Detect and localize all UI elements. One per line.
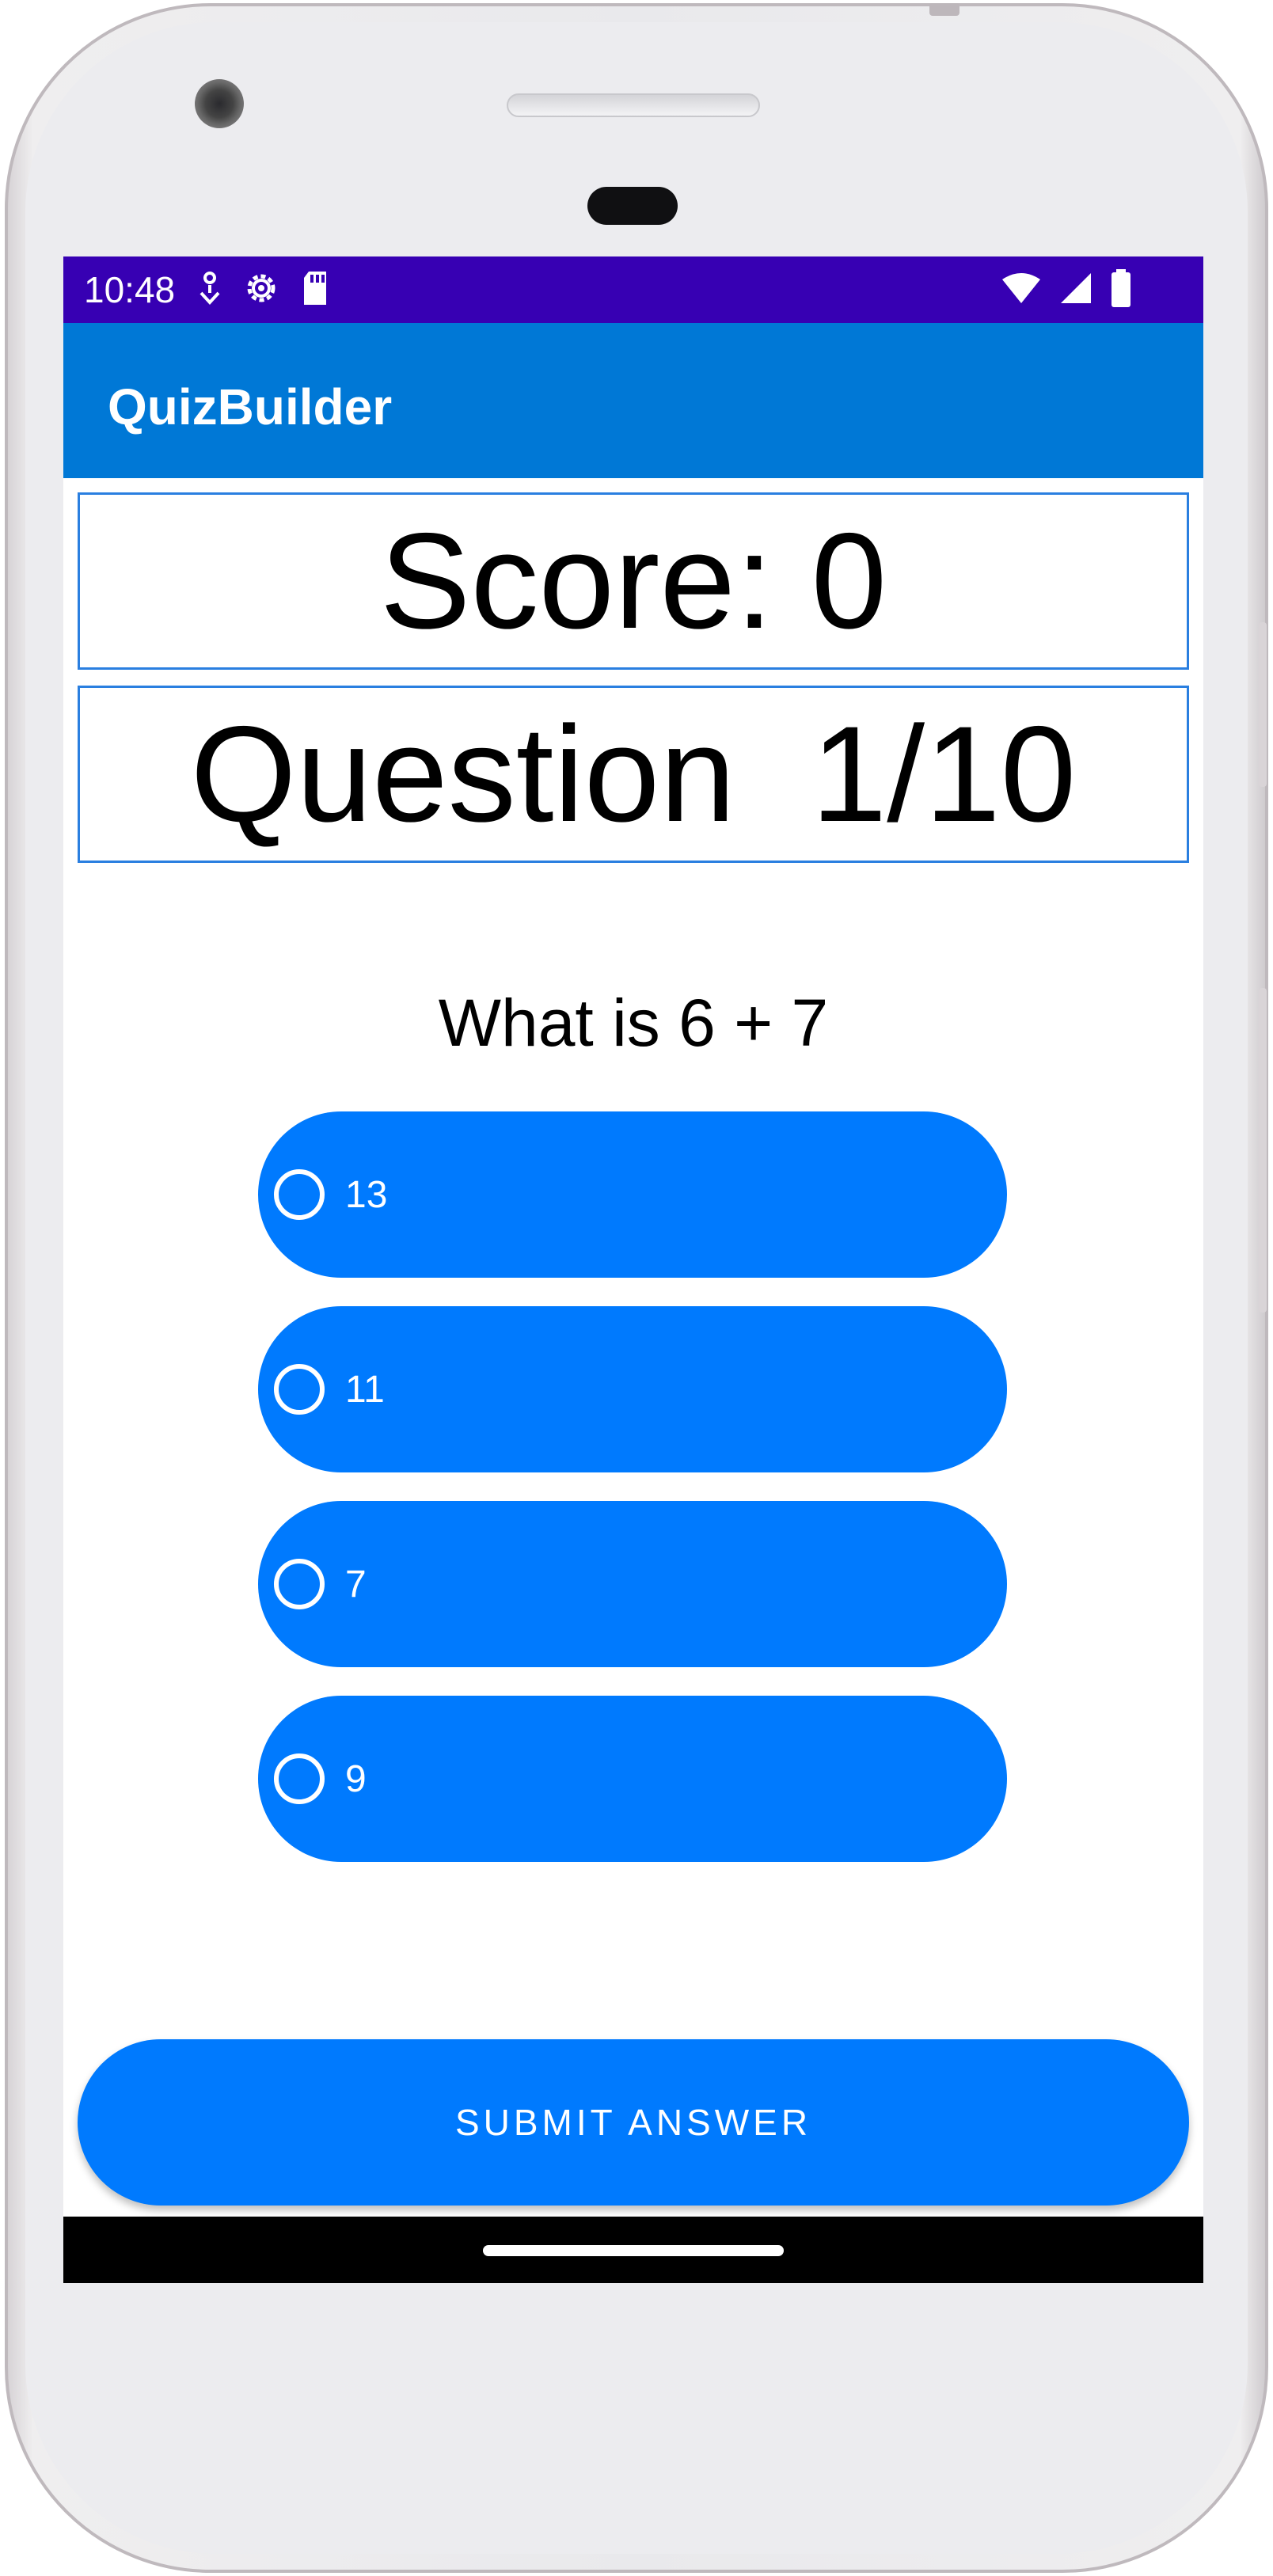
earpiece	[587, 187, 678, 225]
answer-option-label: 13	[345, 1173, 388, 1216]
app-bar: QuizBuilder	[63, 323, 1203, 478]
answer-option[interactable]: 11	[258, 1306, 1007, 1472]
answer-option-label: 7	[345, 1563, 367, 1605]
front-camera	[195, 79, 244, 128]
score-label: Score: 0	[379, 505, 887, 657]
radio-unchecked-icon[interactable]	[274, 1364, 325, 1415]
location-icon	[198, 271, 222, 310]
home-gesture-handle[interactable]	[483, 2245, 784, 2256]
radio-unchecked-icon[interactable]	[274, 1169, 325, 1220]
answer-option-label: 11	[345, 1368, 385, 1411]
answer-option-label: 9	[345, 1757, 367, 1800]
submit-answer-button[interactable]: SUBMIT ANSWER	[78, 2039, 1189, 2206]
question-counter: Question 1/10	[78, 686, 1189, 863]
speaker-grill	[507, 93, 760, 117]
radio-unchecked-icon[interactable]	[274, 1559, 325, 1609]
radio-unchecked-icon[interactable]	[274, 1753, 325, 1804]
status-left-icons	[198, 268, 329, 312]
settings-icon	[242, 269, 280, 311]
power-button	[1259, 622, 1267, 787]
question-counter-label: Question 1/10	[190, 698, 1077, 850]
sd-card-icon	[301, 270, 329, 310]
answer-option[interactable]: 13	[258, 1111, 1007, 1278]
answer-option[interactable]: 9	[258, 1696, 1007, 1862]
volume-button	[1259, 988, 1267, 1313]
submit-answer-label: SUBMIT ANSWER	[454, 2102, 812, 2143]
battery-icon	[1110, 268, 1132, 311]
status-right-icons	[1001, 268, 1132, 312]
answer-option[interactable]: 7	[258, 1501, 1007, 1667]
question-text: What is 6 + 7	[438, 986, 829, 1060]
cell-signal-icon	[1059, 272, 1092, 309]
app-title: QuizBuilder	[108, 378, 393, 435]
status-bar: 10:48	[63, 256, 1203, 323]
navigation-bar	[63, 2217, 1203, 2283]
status-time: 10:48	[84, 269, 176, 310]
score-display: Score: 0	[78, 492, 1189, 670]
wifi-icon	[1001, 272, 1042, 309]
top-button	[929, 3, 960, 16]
screen: 10:48 QuizBuilder Score: 0 Question 1/10…	[63, 256, 1203, 2283]
